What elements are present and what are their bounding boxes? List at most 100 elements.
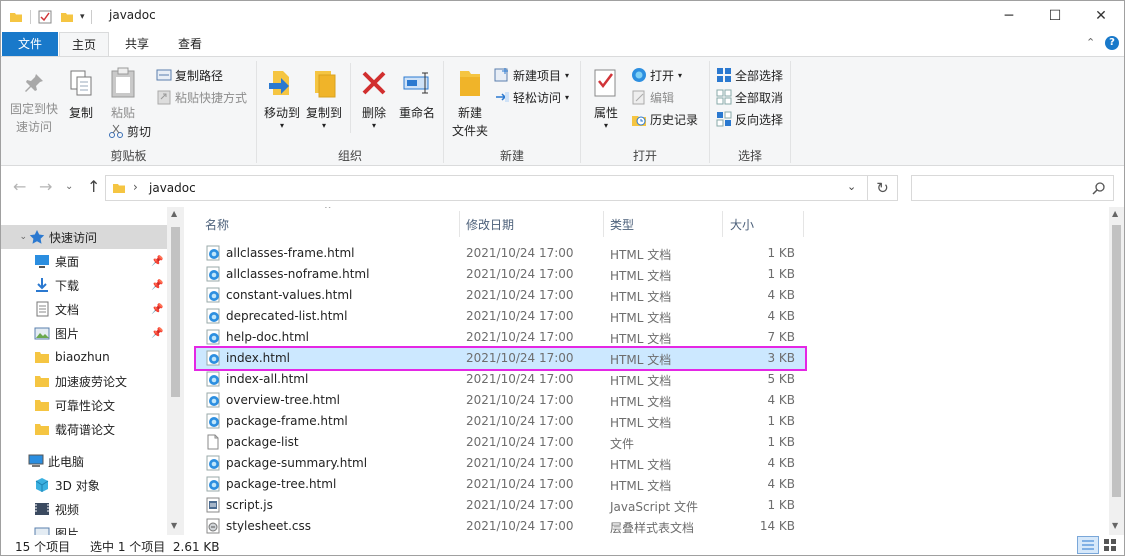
column-header-name[interactable]: 名称 [205,211,229,237]
forward-arrow-icon[interactable]: → [39,177,52,196]
scroll-down-icon[interactable]: ▼ [1112,521,1118,530]
file-row[interactable]: stylesheet.css 2021/10/24 17:00 层叠样式表文档 14 … [196,516,805,535]
scroll-down-icon[interactable]: ▼ [171,521,177,530]
address-dropdown-icon[interactable]: ⌄ [847,180,856,193]
details-view-button[interactable] [1077,536,1099,554]
move-to-button[interactable]: 移动到 ▾ [263,67,301,130]
easy-access-button[interactable]: 轻松访问 ▾ [494,87,569,107]
nav-item-pictures[interactable]: 图片 [1,521,167,535]
paste-button[interactable]: 粘贴 [105,67,141,122]
tab-home[interactable]: 主页 [59,32,109,57]
column-divider[interactable] [722,211,723,237]
nav-item-documents[interactable]: 文档 📌 [1,297,167,321]
file-row[interactable]: overview-tree.html 2021/10/24 17:00 HTML 文… [196,390,805,411]
column-header-date[interactable]: 修改日期 [466,211,514,237]
rename-icon [403,72,429,94]
nav-item-folder[interactable]: biaozhun [1,345,167,369]
recent-locations-icon[interactable]: ⌄ [65,181,73,192]
copy-to-button[interactable]: 复制到 ▾ [305,67,343,130]
tab-view[interactable]: 查看 [166,32,214,56]
search-input[interactable] [911,175,1114,201]
select-none-button[interactable]: 全部取消 [716,87,783,107]
customize-toolbar-icon[interactable]: ▾ [80,12,85,22]
scrollbar-thumb[interactable] [1112,225,1121,497]
copy-button[interactable]: 复制 [65,69,97,122]
copy-path-button[interactable]: 复制路径 [156,65,223,85]
nav-quick-access[interactable]: ⌄ 快速访问 [1,225,167,249]
paste-shortcut-button[interactable]: 粘贴快捷方式 [156,87,247,107]
file-row[interactable]: package-tree.html 2021/10/24 17:00 HTML 文档… [196,474,805,495]
minimize-button[interactable]: ─ [986,1,1032,31]
clipboard-group-label: 剪贴板 [110,149,147,163]
new-folder-icon[interactable] [60,10,74,24]
collapse-ribbon-icon[interactable]: ⌃ [1086,36,1095,49]
file-row[interactable]: deprecated-list.html 2021/10/24 17:00 HTML… [196,306,805,327]
nav-scrollbar[interactable]: ▲ ▼ [167,207,184,535]
column-divider[interactable] [459,211,460,237]
rename-button[interactable]: 重命名 [397,67,437,122]
maximize-button[interactable]: ☐ [1032,1,1078,31]
close-button[interactable]: ✕ [1078,1,1124,31]
column-divider[interactable] [603,211,604,237]
file-name: package-frame.html [226,414,348,428]
file-row[interactable]: help-doc.html 2021/10/24 17:00 HTML 文档 7 KB [196,327,805,348]
nav-item-downloads[interactable]: 下载 📌 [1,273,167,297]
edit-button[interactable]: 编辑 [631,87,674,107]
scissors-icon [108,123,124,139]
file-row[interactable]: script.js 2021/10/24 17:00 JavaScript 文件 1 … [196,495,805,516]
file-row[interactable]: package-frame.html 2021/10/24 17:00 HTML 文… [196,411,805,432]
expand-chevron-icon[interactable]: ⌄ [1,232,27,242]
scroll-up-icon[interactable]: ▲ [1112,209,1118,218]
nav-item-videos[interactable]: 视频 [1,497,167,521]
help-icon[interactable]: ? [1105,36,1119,50]
properties-button[interactable]: 属性 ▾ [591,67,621,130]
html-file-icon [205,392,221,411]
back-arrow-icon[interactable]: ← [13,177,26,196]
file-row[interactable]: constant-values.html 2021/10/24 17:00 HTML… [196,285,805,306]
history-button[interactable]: 历史记录 [631,109,698,129]
file-row[interactable]: allclasses-noframe.html 2021/10/24 17:00 H… [196,264,805,285]
up-arrow-icon[interactable]: ↑ [87,177,100,196]
select-group-label: 选择 [737,149,762,163]
file-row[interactable]: allclasses-frame.html 2021/10/24 17:00 HTM… [196,243,805,264]
file-type: HTML 文档 [610,458,672,472]
open-button[interactable]: 打开 ▾ [631,65,682,85]
file-row[interactable]: index.html 2021/10/24 17:00 HTML 文档 3 KB [194,346,807,371]
file-row[interactable]: index-all.html 2021/10/24 17:00 HTML 文档 5 K… [196,369,805,390]
large-icons-view-button[interactable] [1101,536,1121,554]
column-header-size[interactable]: 大小 [730,211,754,237]
file-row[interactable]: package-summary.html 2021/10/24 17:00 HTML… [196,453,805,474]
scrollbar-thumb[interactable] [171,227,180,397]
nav-item-folder[interactable]: 可靠性论文 [1,393,167,417]
scroll-up-icon[interactable]: ▲ [171,209,177,218]
file-row[interactable]: package-list 2021/10/24 17:00 文件 1 KB [196,432,805,453]
delete-button[interactable]: 删除 ▾ [357,67,391,130]
tab-share[interactable]: 共享 [113,32,161,56]
file-size: 4 KB [767,393,795,407]
pin-quick-access-button[interactable]: 固定到快 速访问 [7,71,61,136]
refresh-button[interactable]: ↻ [868,175,898,201]
new-folder-button[interactable]: 新建 文件夹 [449,67,491,140]
column-divider[interactable] [803,211,804,237]
properties-icon[interactable] [38,10,52,24]
breadcrumb-path[interactable]: javadoc [149,181,196,195]
folder-icon [35,352,49,363]
new-item-button[interactable]: 新建项目 ▾ [494,65,569,85]
nav-this-pc[interactable]: 此电脑 [1,449,167,473]
tab-file[interactable]: 文件 [2,32,58,56]
nav-item-3d-objects[interactable]: 3D 对象 [1,473,167,497]
nav-item-pictures[interactable]: 图片 📌 [1,321,167,345]
invert-selection-button[interactable]: 反向选择 [716,109,783,129]
file-name: allclasses-frame.html [226,246,355,260]
nav-item-desktop[interactable]: 桌面 📌 [1,249,167,273]
select-all-button[interactable]: 全部选择 [716,65,783,85]
nav-item-folder[interactable]: 加速疲劳论文 [1,369,167,393]
breadcrumb-chevron-icon[interactable]: › [133,180,138,194]
new-item-icon [494,67,510,83]
column-header-type[interactable]: 类型 [610,211,634,237]
file-list-scrollbar[interactable]: ▲ ▼ [1109,207,1124,535]
cut-button[interactable]: 剪切 [108,121,151,141]
address-bar[interactable]: › javadoc ⌄ [105,175,868,201]
file-size: 4 KB [767,288,795,302]
nav-item-folder[interactable]: 载荷谱论文 [1,417,167,441]
